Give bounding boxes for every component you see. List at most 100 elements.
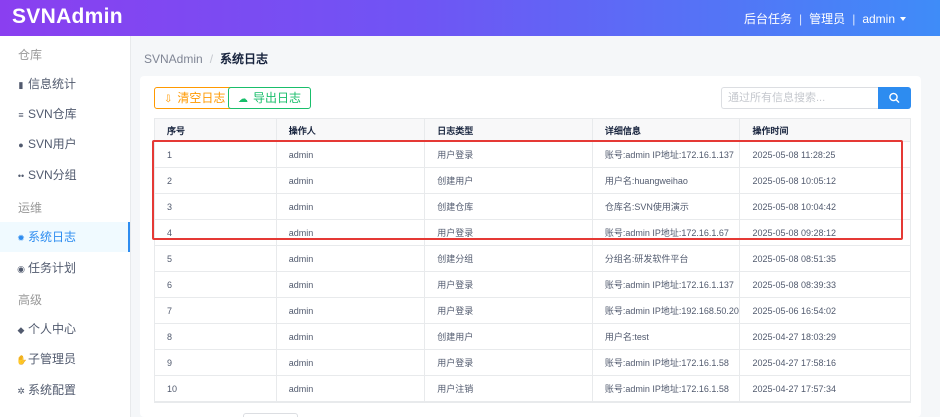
sidebar-item-label: 信息统计 [28, 77, 77, 91]
sidebar-item-task-plan[interactable]: ◉ 任务计划 [0, 253, 130, 283]
sidebar-item-label: 系统日志 [28, 230, 77, 244]
table-cell: 2025-05-08 08:39:33 [752, 279, 837, 290]
table-cell: 2025-05-08 10:05:12 [752, 175, 837, 186]
table-cell: 2025-05-08 08:51:35 [752, 253, 837, 264]
export-log-label: 导出日志 [253, 91, 302, 105]
column-header: 序号 [155, 119, 277, 141]
table-cell: 创建用户 [425, 168, 593, 193]
top-navbar: SVNAdmin 后台任务 | 管理员 | admin [0, 0, 940, 36]
table-cell: admin [277, 168, 426, 193]
column-header: 操作人 [277, 119, 426, 141]
table-cell: admin [277, 194, 426, 219]
column-header: 操作时间 [752, 125, 789, 136]
table-row: 4 admin 用户登录 账号:admin IP地址:172.16.1.67 2025-… [155, 220, 910, 246]
table-cell: 2025-04-27 18:03:29 [752, 331, 837, 342]
table-cell: 用户登录 [425, 350, 593, 375]
sidebar-item-label: SVN仓库 [28, 107, 77, 121]
export-log-button[interactable]: ☁ 导出日志 [228, 87, 312, 109]
sidebar-item-sub-admin[interactable]: ✋子管理员 [0, 344, 130, 374]
sidebar-item-stats[interactable]: ▮ 信息统计 [0, 69, 130, 99]
sidebar-item-label: 个人中心 [28, 322, 77, 336]
top-right-menu: 后台任务 | 管理员 | admin [744, 10, 906, 27]
search-icon [889, 92, 900, 103]
sidebar-item-label: 子管理员 [28, 352, 77, 366]
table-cell: 3 [155, 194, 277, 219]
table-cell: 用户注销 [425, 376, 593, 401]
table-cell: admin [277, 246, 426, 271]
table-header: 序号 操作人 日志类型 详细信息 操作时间 [155, 119, 910, 142]
breadcrumb-root[interactable]: SVNAdmin [144, 52, 203, 66]
table-cell: 账号:admin IP地址:192.168.50.20 [593, 298, 741, 323]
table-cell: 账号:admin IP地址:172.16.1.67 [593, 220, 741, 245]
database-icon: ≡ [18, 110, 24, 120]
table-cell: admin [277, 324, 426, 349]
table-cell: 账号:admin IP地址:172.16.1.58 [593, 350, 741, 375]
table-cell: admin [277, 298, 426, 323]
bug-icon: ✹ [17, 233, 25, 243]
topbar-separator: | [852, 11, 856, 26]
column-header: 详细信息 [593, 119, 741, 141]
cube-icon: ◆ [17, 325, 25, 335]
table-cell: 2025-05-08 10:04:42 [752, 201, 837, 212]
app-logo[interactable]: SVNAdmin [12, 5, 123, 29]
table-cell: 2025-05-06 16:54:02 [752, 305, 837, 316]
log-table: 序号 操作人 日志类型 详细信息 操作时间 1 admin 用户登录 账号:admin… [154, 118, 911, 403]
table-cell: 用户名:test [593, 324, 741, 349]
caret-down-icon [900, 17, 906, 22]
table-cell: admin [277, 376, 426, 401]
sidebar-item-label: SVN用户 [28, 137, 77, 151]
cloud-download-icon: ☁ [238, 94, 248, 105]
table-row: 6 admin 用户登录 账号:admin IP地址:172.16.1.137 2025… [155, 272, 910, 298]
table-cell: 2025-05-08 09:28:12 [752, 227, 837, 238]
sidebar-group-advanced: 高级 [18, 293, 43, 307]
table-cell: 7 [155, 298, 277, 323]
sidebar-item-profile[interactable]: ◆ 个人中心 [0, 314, 130, 344]
table-row: 1 admin 用户登录 账号:admin IP地址:172.16.1.137 2025… [155, 142, 910, 168]
table-row: 3 admin 创建仓库 仓库名:SVN使用演示 2025-05-08 10:04:42 [155, 194, 910, 220]
sidebar-item-label: 系统配置 [28, 383, 77, 397]
trash-icon: ⇩ [164, 94, 173, 105]
table-cell: 2025-04-27 17:57:34 [752, 383, 837, 394]
table-row: 2 admin 创建用户 用户名:huangweihao 2025-05-08 10:0… [155, 168, 910, 194]
table-cell: 账号:admin IP地址:172.16.1.137 [593, 272, 741, 297]
table-cell: 用户登录 [425, 220, 593, 245]
background-tasks-link[interactable]: 后台任务 [744, 10, 792, 27]
table-cell: 1 [155, 142, 277, 167]
table-cell: 2025-05-08 11:28:25 [752, 149, 836, 160]
sidebar-item-label: SVN分组 [28, 168, 77, 182]
table-cell: 5 [155, 246, 277, 271]
table-cell: admin [277, 142, 426, 167]
table-cell: 分组名:研发软件平台 [593, 246, 741, 271]
table-cell: 仓库名:SVN使用演示 [593, 194, 741, 219]
table-cell: 用户名:huangweihao [593, 168, 741, 193]
search-button[interactable] [878, 87, 911, 109]
admin-link[interactable]: 管理员 [809, 10, 845, 27]
table-cell: 4 [155, 220, 277, 245]
user-icon: ● [18, 140, 24, 150]
table-body: 1 admin 用户登录 账号:admin IP地址:172.16.1.137 2025… [155, 142, 910, 402]
table-cell: admin [277, 220, 426, 245]
user-name: admin [862, 11, 895, 26]
gear-icon: ✲ [17, 386, 25, 396]
sidebar-item-system-config[interactable]: ✲ 系统配置 [0, 375, 130, 405]
table-row: 9 admin 用户登录 账号:admin IP地址:172.16.1.58 2025-… [155, 350, 910, 376]
sidebar-item-system-log[interactable]: ✹ 系统日志 [0, 222, 130, 252]
table-row: 8 admin 创建用户 用户名:test 2025-04-27 18:03:29 [155, 324, 910, 350]
table-cell: admin [277, 350, 426, 375]
breadcrumb-separator: / [209, 52, 214, 66]
users-icon: •• [17, 171, 25, 181]
hand-icon: ✋ [16, 355, 28, 365]
sidebar-item-svn-repo[interactable]: ≡ SVN仓库 [0, 99, 130, 129]
table-cell: 用户登录 [425, 272, 593, 297]
user-dropdown[interactable]: admin [862, 12, 906, 26]
sidebar-item-svn-user[interactable]: ● SVN用户 [0, 129, 130, 159]
breadcrumb: SVNAdmin / 系统日志 [144, 50, 268, 67]
sidebar-group-ops: 运维 [18, 201, 43, 215]
page-size-select[interactable] [243, 413, 298, 417]
search-input[interactable] [721, 87, 878, 109]
clear-log-button[interactable]: ⇩ 清空日志 [154, 87, 236, 109]
table-cell: 用户登录 [425, 298, 593, 323]
sidebar-item-svn-group[interactable]: •• SVN分组 [0, 160, 130, 190]
sidebar-group-repo: 仓库 [18, 48, 43, 62]
table-row: 5 admin 创建分组 分组名:研发软件平台 2025-05-08 08:51:35 [155, 246, 910, 272]
